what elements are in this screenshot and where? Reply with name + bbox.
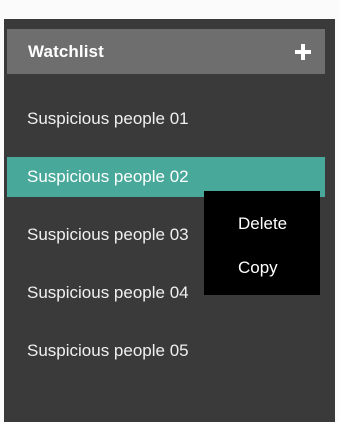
context-menu: Delete Copy — [204, 191, 320, 295]
list-item[interactable]: Suspicious people 01 — [7, 99, 325, 139]
watchlist-header: Watchlist — [7, 29, 325, 74]
context-menu-copy[interactable]: Copy — [204, 246, 320, 290]
watchlist-title: Watchlist — [28, 41, 104, 61]
plus-icon[interactable] — [295, 43, 311, 60]
context-menu-delete[interactable]: Delete — [204, 202, 320, 246]
list-item[interactable]: Suspicious people 05 — [7, 331, 325, 371]
